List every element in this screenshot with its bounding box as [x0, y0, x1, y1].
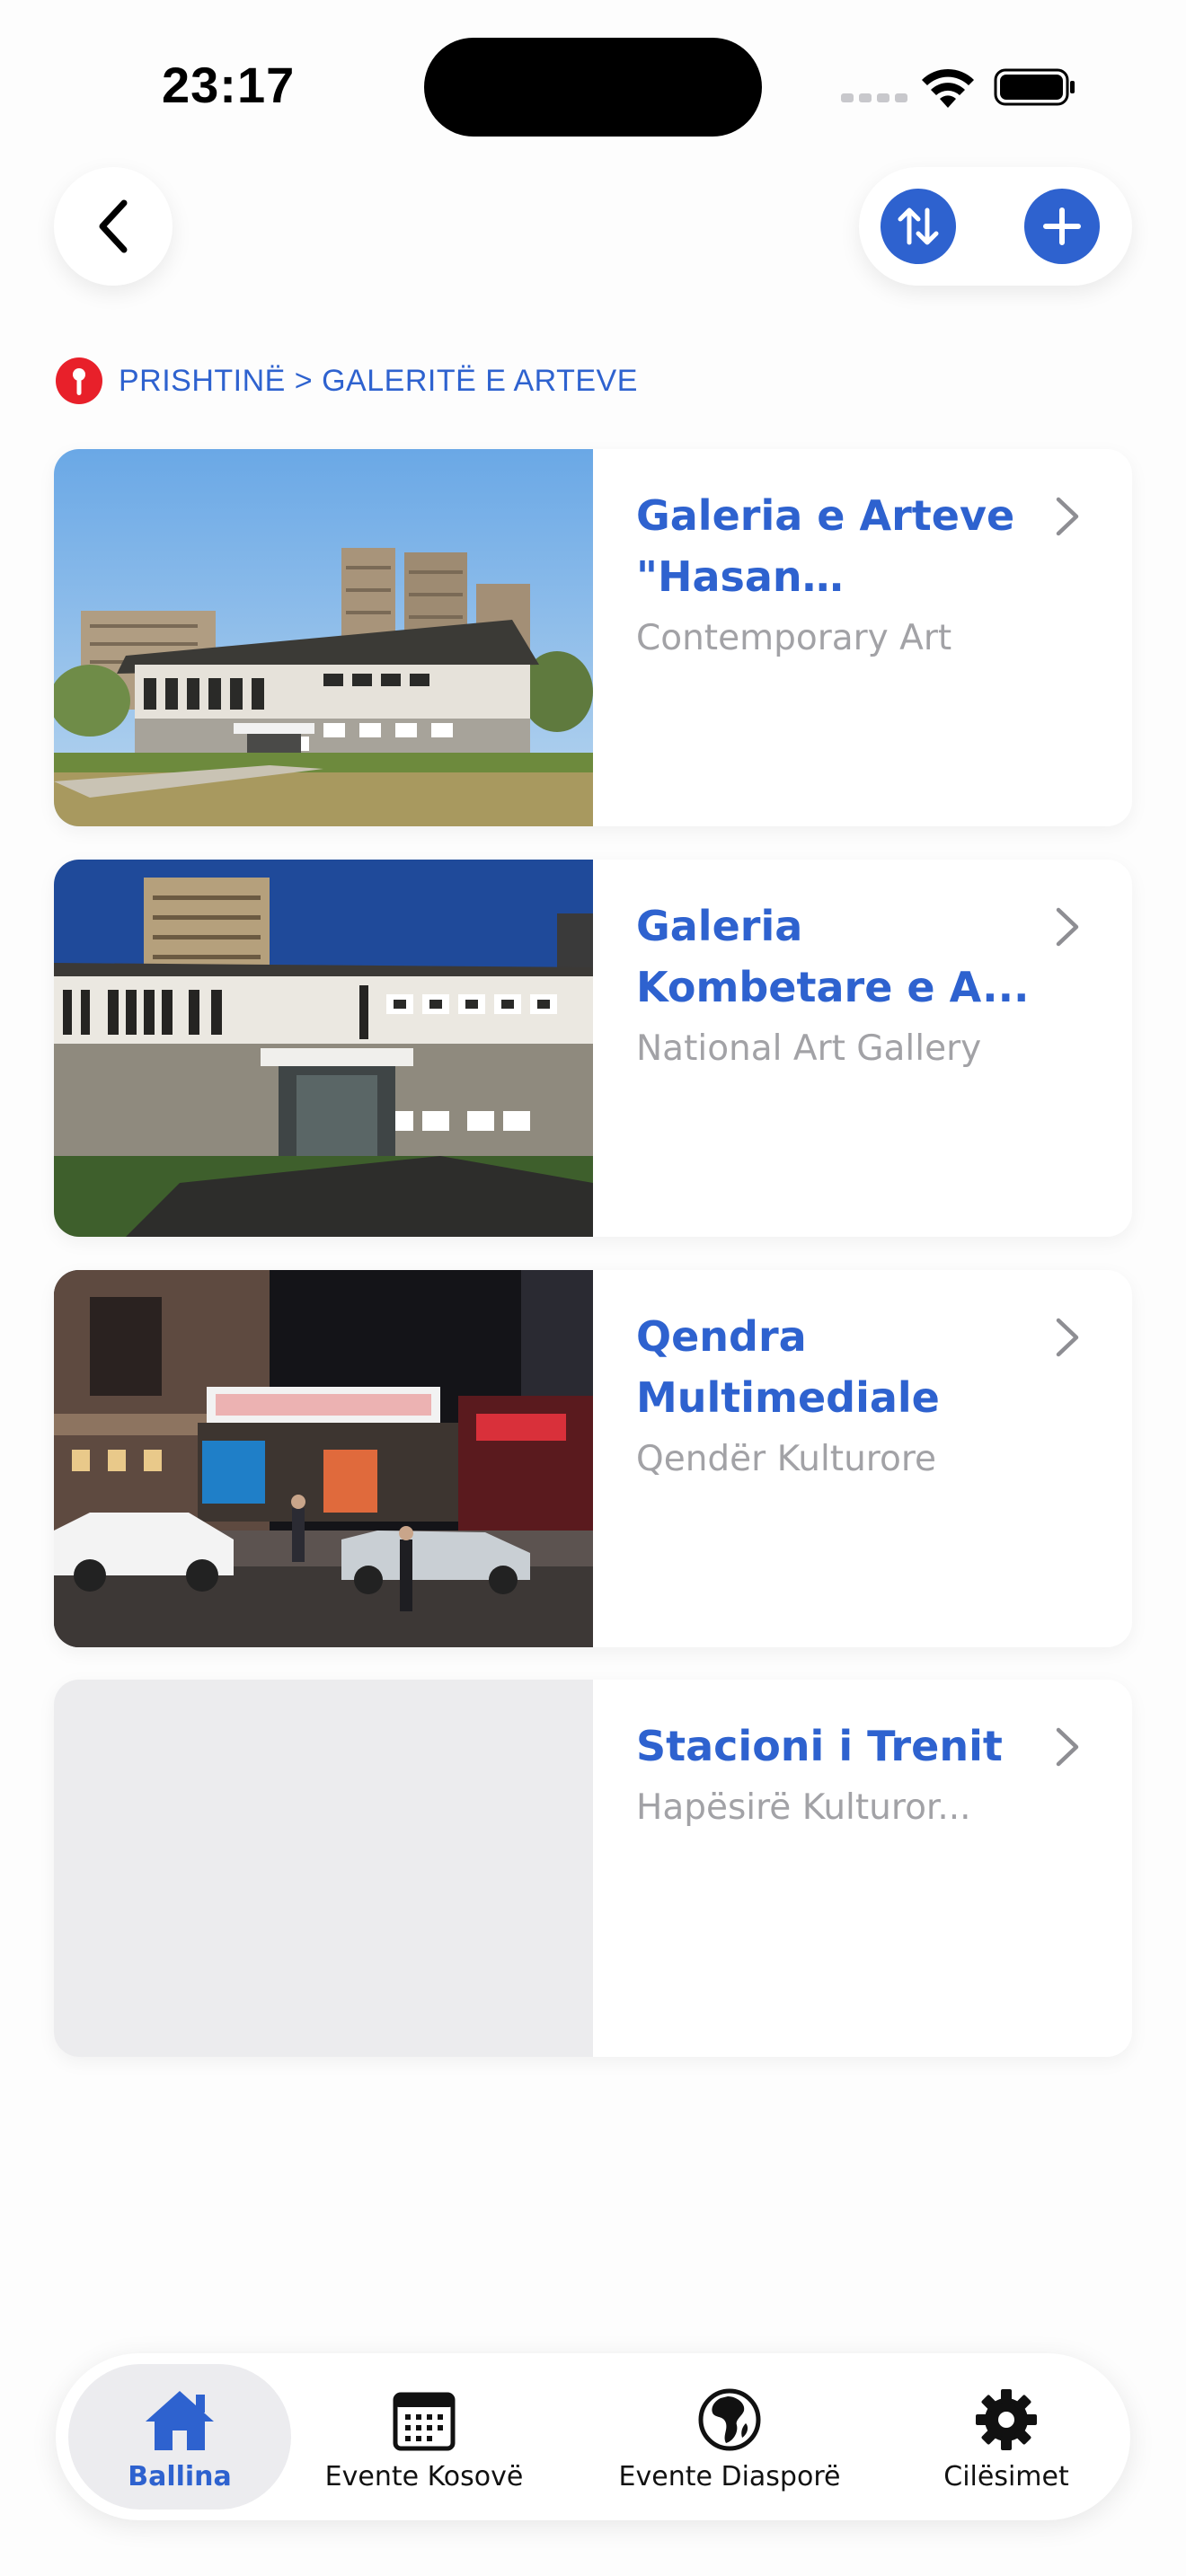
place-photo: [54, 860, 593, 1237]
place-subtitle: Qendër Kulturore: [636, 1439, 936, 1479]
place-photo-placeholder: [54, 1680, 593, 2057]
place-subtitle: National Art Gallery: [636, 1028, 982, 1069]
place-subtitle: Contemporary Art: [636, 618, 952, 658]
status-time: 23:17: [162, 57, 296, 113]
wifi-icon: [922, 68, 974, 108]
place-card[interactable]: Stacioni i Trenit Hapësirë Kulturor...: [54, 1680, 1132, 2057]
place-title: Galeria e Arteve "Hasan Prishtin...: [636, 491, 1015, 601]
tab-events-diaspora[interactable]: Evente Diasporë: [613, 2364, 846, 2510]
map-pin-icon: [56, 357, 102, 404]
gear-icon: [976, 2389, 1037, 2450]
battery-icon: [994, 68, 1075, 106]
breadcrumb-text: PRISHTINË > GALERITË E ARTEVE: [119, 363, 638, 398]
tab-label: Cilësimet: [943, 2461, 1069, 2492]
header-actions: [859, 167, 1132, 286]
tab-label: Evente Kosovë: [324, 2461, 524, 2492]
chevron-right-icon: [1056, 1727, 1079, 1767]
place-card[interactable]: Galeria Kombetare e A... National Art Ga…: [54, 860, 1132, 1237]
add-button[interactable]: [1024, 189, 1100, 264]
place-photo: [54, 449, 593, 826]
back-button[interactable]: [54, 167, 173, 286]
place-title: Stacioni i Trenit: [636, 1722, 1003, 1770]
place-card[interactable]: Galeria e Arteve "Hasan Prishtin... Cont…: [54, 449, 1132, 826]
chevron-right-icon: [1056, 1318, 1079, 1357]
breadcrumb: PRISHTINË > GALERITË E ARTEVE: [56, 357, 638, 404]
tab-label: Ballina: [128, 2461, 232, 2492]
calendar-icon: [393, 2392, 456, 2451]
tab-label: Evente Diasporë: [618, 2461, 841, 2492]
dynamic-island: [424, 38, 762, 137]
sort-button[interactable]: [881, 189, 956, 264]
status-bar: 23:17: [0, 0, 1186, 162]
place-subtitle: Hapësirë Kulturor...: [636, 1787, 971, 1828]
tab-bar: Ballina Evente Kosovë Evente Diasporë Ci…: [56, 2353, 1130, 2520]
home-icon: [146, 2391, 214, 2450]
tab-home[interactable]: Ballina: [68, 2364, 291, 2510]
tab-events-kosovo[interactable]: Evente Kosovë: [316, 2364, 532, 2510]
place-title: Galeria Kombetare e A...: [636, 902, 1030, 1011]
chevron-right-icon: [1056, 497, 1079, 536]
chevron-right-icon: [1056, 907, 1079, 947]
sort-arrows-icon: [898, 207, 939, 245]
chevron-left-icon: [99, 199, 128, 253]
place-photo: [54, 1270, 593, 1647]
place-card[interactable]: Qendra Multimediale Qendër Kulturore: [54, 1270, 1132, 1647]
plus-icon: [1043, 207, 1081, 245]
place-title: Qendra Multimediale: [636, 1312, 940, 1422]
tab-settings[interactable]: Cilësimet: [916, 2364, 1096, 2510]
globe-icon: [698, 2388, 761, 2451]
